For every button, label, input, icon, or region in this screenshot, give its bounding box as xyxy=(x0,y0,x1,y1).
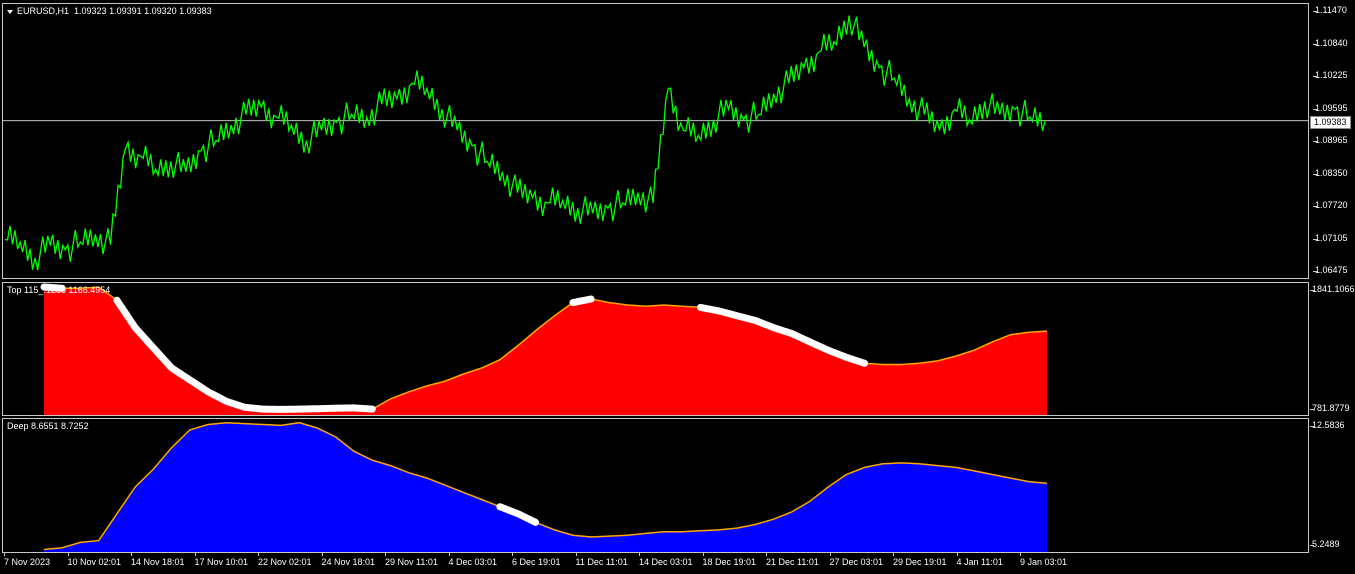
deep-indicator-axis[interactable]: 12.5836 5.2489 xyxy=(1309,418,1355,553)
deep-indicator-pane[interactable]: Deep 8.6551 8.7252 xyxy=(2,418,1309,553)
top-indicator-svg xyxy=(40,283,1048,415)
price-series-line xyxy=(4,15,1046,271)
deep-indicator-label: Deep 8.6551 8.7252 xyxy=(7,421,89,431)
price-chart-pane[interactable]: EURUSD,H1 1.09323 1.09391 1.09320 1.0938… xyxy=(2,3,1309,279)
price-tick-label: 1.06475 xyxy=(1313,265,1348,275)
time-tick-label: 27 Dec 03:01 xyxy=(829,553,884,567)
deep-area-fill xyxy=(44,422,1047,552)
time-tick-label: 24 Nov 18:01 xyxy=(321,553,376,567)
time-tick-label: 11 Dec 11:01 xyxy=(575,553,628,567)
time-tick-label: 4 Dec 03:01 xyxy=(448,553,498,567)
time-tick-label: 7 Nov 2023 xyxy=(4,553,51,567)
top-signal-marker xyxy=(569,295,595,307)
price-chart-svg xyxy=(3,15,1308,271)
price-tick-label: 1.07105 xyxy=(1313,232,1348,243)
time-tick-label: 18 Dec 19:01 xyxy=(702,553,757,567)
top-indicator-pane[interactable]: Top 115_.1288 1166.4954 xyxy=(2,282,1309,416)
top-indicator-label: Top 115_.1288 1166.4954 xyxy=(7,285,111,295)
time-tick-label: 4 Jan 11:01 xyxy=(956,553,1003,567)
price-tick-label: 1.10840 xyxy=(1313,37,1348,48)
deep-indicator-svg xyxy=(43,421,1048,552)
top-axis-min: 781.8779 xyxy=(1310,403,1350,413)
deep-axis-max: 12.5836 xyxy=(1310,420,1345,430)
time-tick-label: 29 Dec 19:01 xyxy=(893,553,947,567)
price-tick-label: 1.07720 xyxy=(1313,200,1348,210)
time-tick-label: 21 Dec 11:01 xyxy=(766,553,819,567)
time-tick-label: 14 Dec 03:01 xyxy=(639,553,693,567)
time-tick-label: 22 Nov 02:01 xyxy=(258,553,312,567)
time-tick-label: 10 Nov 02:01 xyxy=(67,553,122,567)
symbol-header: EURUSD,H1 1.09323 1.09391 1.09320 1.0938… xyxy=(7,6,212,16)
price-tick-label: 1.11470 xyxy=(1313,5,1347,15)
dropdown-triangle-icon[interactable] xyxy=(7,9,13,14)
deep-axis-min: 5.2489 xyxy=(1310,539,1340,549)
top-area-fill xyxy=(44,287,1047,415)
ohlc-values: 1.09323 1.09391 1.09320 1.09383 xyxy=(74,6,212,16)
time-tick-label: 17 Nov 10:01 xyxy=(194,553,249,567)
time-tick-label: 29 Nov 11:01 xyxy=(385,553,438,567)
price-tick-label: 1.10225 xyxy=(1313,70,1348,80)
symbol-label: EURUSD,H1 xyxy=(17,6,70,16)
top-indicator-axis[interactable]: 1841.1066 781.8779 xyxy=(1309,282,1355,416)
price-tick-label: 1.08350 xyxy=(1313,167,1348,178)
time-tick-label: 14 Nov 18:01 xyxy=(131,553,185,567)
price-axis[interactable]: 1.09383 1.11470 1.10840 1.10225 1.09595 1.08… xyxy=(1309,3,1355,279)
price-tick-label: 1.08965 xyxy=(1313,135,1348,145)
time-axis[interactable]: 7 Nov 2023 10 Nov 02:01 14 Nov 18:01 17 Nov… xyxy=(2,553,1309,574)
time-tick-label: 6 Dec 19:01 xyxy=(512,553,561,567)
top-axis-max: 1841.1066 xyxy=(1310,284,1355,294)
current-price-tag: 1.09383 xyxy=(1310,116,1351,129)
time-tick-label: 9 Jan 03:01 xyxy=(1020,553,1068,567)
price-tick-label: 1.09595 xyxy=(1313,102,1348,113)
